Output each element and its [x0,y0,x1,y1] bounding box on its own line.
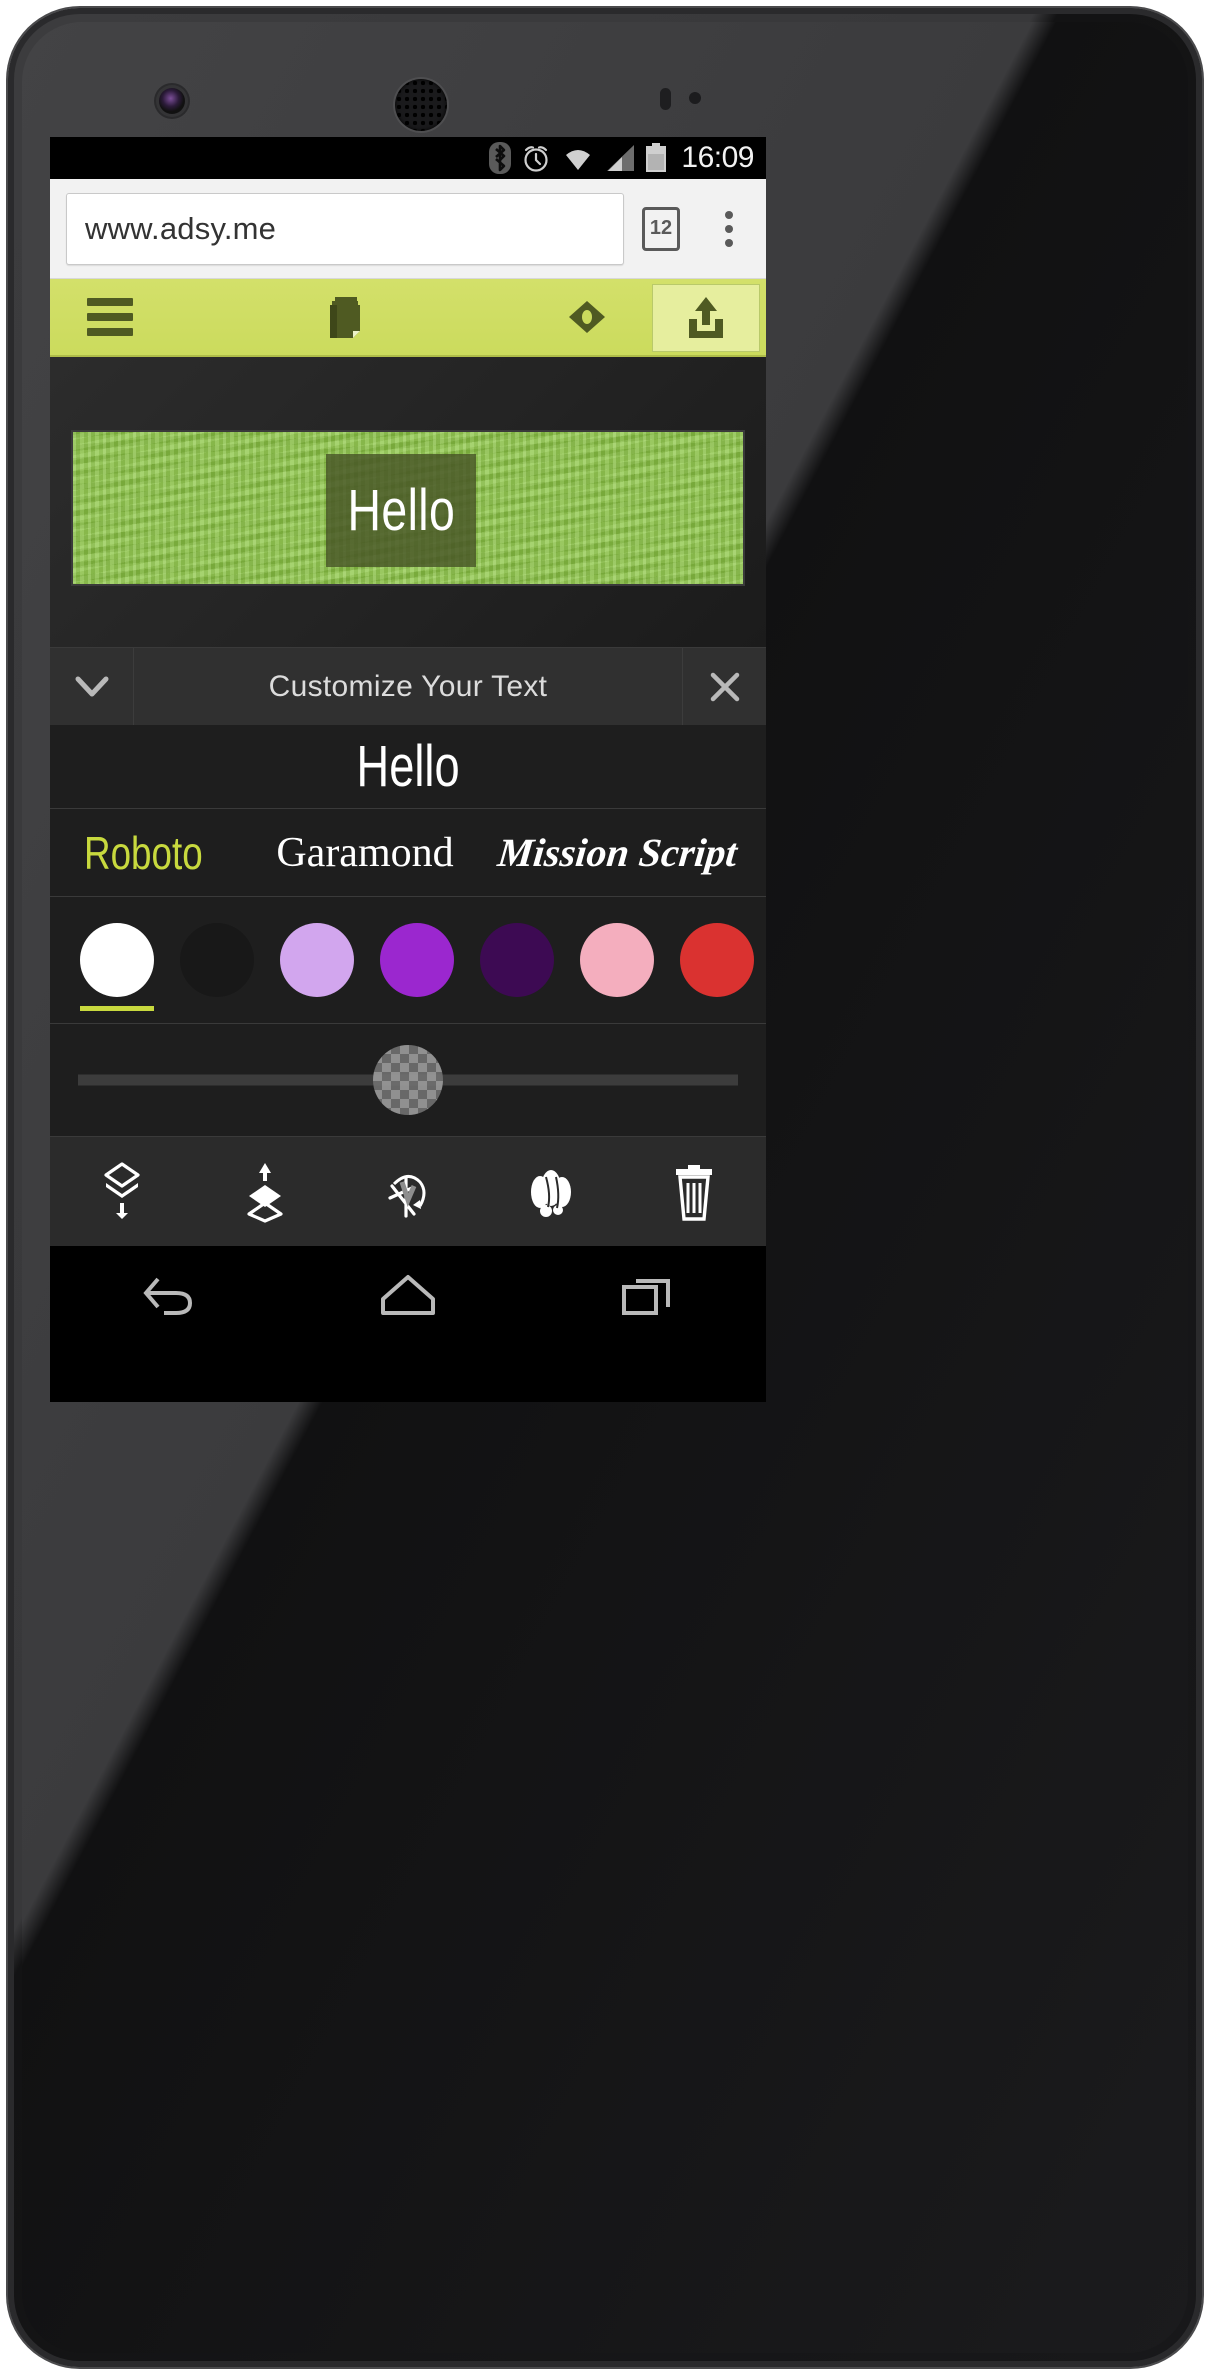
home-icon[interactable] [289,1269,528,1321]
color-swatch-light-purple[interactable] [280,923,354,997]
opacity-slider[interactable] [50,1024,766,1136]
earpiece-speaker [395,79,447,131]
app-toolbar [50,279,766,357]
upload-export-icon[interactable] [652,284,760,352]
panel-title: Customize Your Text [268,669,548,703]
eye-preview-icon[interactable] [527,300,647,334]
opacity-slider-thumb[interactable] [373,1045,443,1115]
font-option-garamond[interactable]: Garamond [276,829,453,877]
tab-count-badge: 12 [642,206,680,251]
canvas-text-object[interactable]: Hello [326,454,476,567]
color-swatch-white[interactable] [80,923,154,997]
bring-forward-icon[interactable] [193,1161,336,1223]
text-input-value: Hello [356,733,460,799]
overflow-menu-icon[interactable] [692,210,766,247]
artboard[interactable]: Hello [71,430,745,586]
url-text: www.adsy.me [85,210,277,246]
url-input[interactable]: www.adsy.me [66,192,624,265]
panel-header: Customize Your Text [50,647,766,725]
android-navigation-bar [50,1246,766,1344]
tab-switcher-button[interactable]: 12 [630,206,692,251]
bluetooth-icon [489,142,512,174]
alarm-icon [521,143,551,173]
battery-icon [645,143,667,173]
text-input-field[interactable]: Hello [50,725,766,809]
canvas-text-value: Hello [347,477,455,543]
font-option-mission-script[interactable]: Mission Script [495,829,739,876]
cellular-signal-icon [605,144,635,172]
status-bar-clock: 16:09 [681,141,754,174]
light-sensor [689,92,701,104]
color-swatch-purple[interactable] [380,923,454,997]
color-selection-indicator [80,1006,154,1011]
phone-device-frame: 16:09 www.adsy.me 12 Hello Customize You… [8,8,1202,2367]
font-option-roboto[interactable]: Roboto [84,826,203,880]
hamburger-menu-icon[interactable] [50,298,170,336]
color-picker-list[interactable] [50,897,766,1023]
smudge-effect-icon[interactable] [480,1165,623,1219]
status-bar: 16:09 [50,137,766,179]
close-x-icon[interactable] [682,648,766,725]
front-camera [159,88,185,114]
color-swatch-pink[interactable] [580,923,654,997]
object-tools-bar [50,1136,766,1246]
reset-rotation-icon[interactable] [336,1164,479,1220]
customize-panel: Customize Your Text Hello Roboto Garamon… [50,647,766,1246]
duplicate-layers-icon[interactable] [289,293,409,341]
back-icon[interactable] [50,1269,289,1321]
font-picker-list[interactable]: Roboto Garamond Mission Script W [50,809,766,897]
browser-toolbar: www.adsy.me 12 [50,179,766,279]
wifi-icon [561,144,595,172]
design-canvas[interactable]: Hello [50,357,766,647]
send-backward-icon[interactable] [50,1161,193,1223]
color-swatch-dark-purple[interactable] [480,923,554,997]
delete-trash-icon[interactable] [623,1163,766,1221]
color-swatch-red[interactable] [680,923,754,997]
recents-icon[interactable] [527,1269,766,1321]
proximity-sensor [660,88,671,110]
chevron-down-icon[interactable] [50,648,134,725]
color-swatch-black[interactable] [180,923,254,997]
phone-screen: 16:09 www.adsy.me 12 Hello Customize You… [50,137,766,1402]
